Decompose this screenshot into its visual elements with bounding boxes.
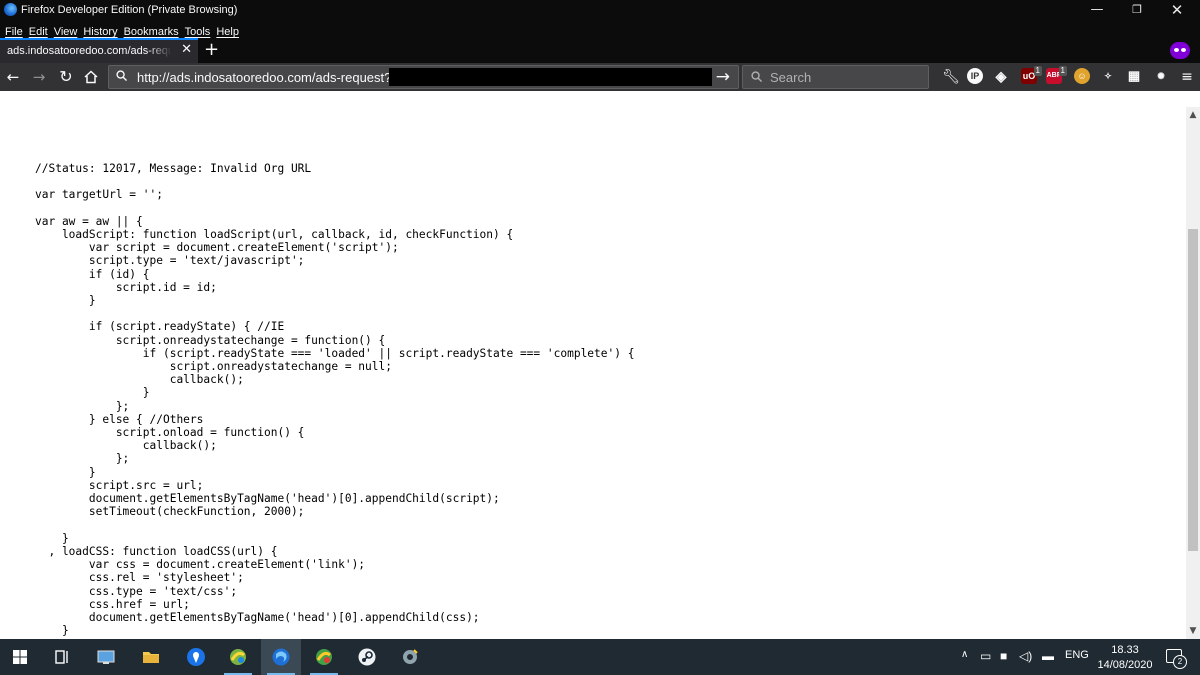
go-arrow-icon[interactable]: → — [716, 66, 730, 88]
minimize-button[interactable]: — — [1078, 0, 1116, 20]
taskbar-clock[interactable]: 18.33 14/08/2020 — [1090, 643, 1160, 673]
palette-extension-icon[interactable]: ✺ — [1153, 68, 1169, 84]
show-hidden-icons-chevron-icon[interactable]: ∧ — [961, 649, 968, 660]
scroll-down-arrow-icon[interactable]: ▼ — [1186, 625, 1200, 637]
tab-title: ads.indosatooredoo.com/ads-request?j — [7, 45, 172, 57]
home-icon — [84, 70, 98, 84]
vertical-scrollbar[interactable]: ▲ ▼ — [1186, 107, 1200, 639]
url-text[interactable]: http://ads.indosatooredoo.com/ads-reques… — [137, 70, 394, 85]
taskbar-settings-app[interactable] — [390, 639, 430, 675]
folder-icon — [143, 652, 159, 663]
taskbar-app-2[interactable] — [304, 639, 344, 675]
qr-extension-icon[interactable]: ▦ — [1126, 68, 1142, 84]
reload-button[interactable]: ↻ — [55, 66, 77, 88]
language-indicator[interactable]: ENG — [1065, 649, 1089, 661]
computer-icon — [97, 650, 115, 664]
gear-icon — [403, 649, 418, 664]
close-tab-icon[interactable]: ✕ — [181, 42, 192, 57]
monkey-extension-icon[interactable]: ☺ — [1074, 68, 1090, 84]
taskbar-file-explorer[interactable] — [131, 639, 171, 675]
battery-icon[interactable]: ■ — [1000, 649, 1007, 663]
start-button[interactable] — [0, 639, 40, 675]
windows-taskbar: ∧ ▭ ■ ◁) ▬ ENG 18.33 14/08/2020 2 — [0, 639, 1200, 675]
navigation-toolbar: ← → ↻ http://ads.indosatooredoo.com/ads-… — [0, 63, 1200, 91]
taskbar-firefox-developer[interactable] — [261, 639, 301, 675]
colorful-app-icon — [230, 649, 246, 665]
ublock-badge: 1 — [1033, 66, 1042, 76]
mask-eye-left — [1174, 48, 1179, 52]
clock-date: 14/08/2020 — [1097, 659, 1153, 671]
colorful-app-icon — [316, 649, 332, 665]
page-content: //Status: 12017, Message: Invalid Org UR… — [0, 91, 1186, 639]
menu-bar: File Edit View History Bookmarks Tools Help — [0, 20, 1200, 38]
task-view-icon — [55, 650, 68, 664]
ip-extension-icon[interactable]: IP — [967, 68, 983, 84]
close-window-button[interactable]: ✕ — [1158, 0, 1196, 20]
firefox-developer-icon — [272, 648, 290, 666]
taskbar-pc-app[interactable] — [86, 639, 126, 675]
home-button[interactable] — [80, 66, 102, 88]
wrench-icon[interactable]: 🔧︎ — [940, 66, 962, 88]
windows-logo-icon — [13, 650, 27, 664]
taskbar-steam[interactable] — [347, 639, 387, 675]
keyboard-icon[interactable]: ▬ — [1042, 649, 1054, 663]
taskbar-app-1[interactable] — [218, 639, 258, 675]
restore-button[interactable]: ❐ — [1118, 0, 1156, 20]
firefox-logo-icon — [4, 3, 17, 16]
action-center-icon[interactable]: 2 — [1166, 649, 1187, 669]
scroll-up-arrow-icon[interactable]: ▲ — [1186, 109, 1200, 121]
ublock-origin-icon[interactable]: uO 1 — [1021, 66, 1042, 84]
window-title: Firefox Developer Edition (Private Brows… — [21, 4, 238, 16]
map-pin-icon — [187, 648, 205, 666]
back-button[interactable]: ← — [2, 66, 24, 88]
volume-icon[interactable]: ◁) — [1019, 649, 1032, 663]
forward-button[interactable]: → — [28, 66, 50, 88]
search-icon — [751, 71, 762, 82]
abp-badge: 1 — [1058, 66, 1067, 76]
target-extension-icon[interactable]: ◈ — [993, 68, 1009, 84]
new-tab-button[interactable]: + — [204, 38, 219, 62]
sparkle-extension-icon[interactable]: ✧ — [1100, 68, 1116, 84]
tab-active[interactable]: ads.indosatooredoo.com/ads-request?j ✕ — [0, 38, 198, 63]
search-box[interactable]: Search — [742, 65, 929, 89]
mask-eye-right — [1181, 48, 1186, 52]
network-icon[interactable]: ▭ — [980, 649, 991, 663]
title-bar: Firefox Developer Edition (Private Brows… — [0, 0, 1200, 20]
tab-bar: ads.indosatooredoo.com/ads-request?j ✕ + — [0, 38, 1200, 63]
hamburger-menu-icon[interactable]: ≡ — [1176, 66, 1198, 88]
clock-time: 18.33 — [1111, 644, 1139, 656]
search-icon — [116, 70, 127, 81]
adblock-plus-icon[interactable]: ABP 1 — [1046, 66, 1067, 84]
scrollbar-thumb[interactable] — [1188, 229, 1198, 551]
code-block: //Status: 12017, Message: Invalid Org UR… — [35, 162, 635, 638]
search-placeholder: Search — [770, 70, 812, 85]
address-bar[interactable]: http://ads.indosatooredoo.com/ads-reques… — [108, 65, 739, 89]
redacted-url-block — [389, 68, 712, 86]
taskbar-maps[interactable] — [176, 639, 216, 675]
private-browsing-icon — [1170, 42, 1190, 59]
notification-count: 2 — [1173, 655, 1187, 669]
steam-icon — [358, 648, 376, 666]
task-view-button[interactable] — [42, 639, 82, 675]
